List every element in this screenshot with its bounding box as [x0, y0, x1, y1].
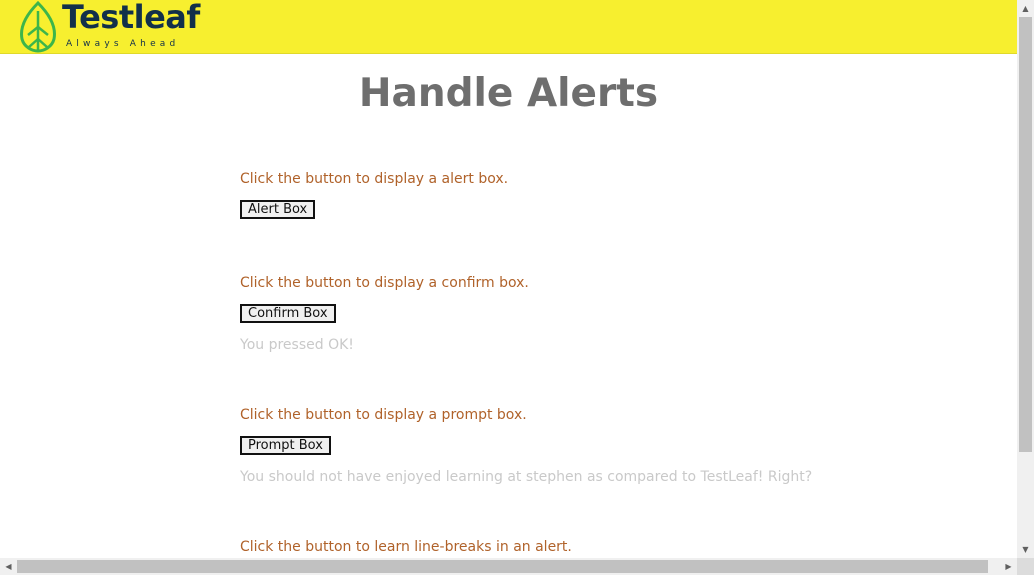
confirm-description: Click the button to display a confirm bo… — [240, 275, 529, 291]
alert-description: Click the button to display a alert box. — [240, 171, 509, 187]
scroll-left-arrow-icon[interactable]: ◀ — [0, 558, 17, 575]
alert-box-button[interactable]: Alert Box — [240, 200, 316, 219]
prompt-result-text: You should not have enjoyed learning at … — [240, 469, 813, 485]
confirm-box-button[interactable]: Confirm Box — [240, 304, 336, 323]
page-title: Handle Alerts — [358, 71, 659, 116]
browser-viewport: Testleaf Always Ahead Handle Alerts Clic… — [0, 0, 1017, 558]
scroll-up-arrow-icon[interactable]: ▲ — [1017, 0, 1034, 17]
site-header: Testleaf Always Ahead — [0, 0, 1017, 54]
logo-tagline: Always Ahead — [66, 39, 180, 49]
logo-name[interactable]: Testleaf — [62, 0, 200, 37]
horizontal-scrollbar[interactable]: ◀ ▶ — [0, 558, 1017, 575]
confirm-result-text: You pressed OK! — [240, 337, 354, 353]
leaf-icon — [20, 1, 56, 53]
vertical-scrollbar[interactable]: ▲ ▼ — [1017, 0, 1034, 558]
vertical-scroll-thumb[interactable] — [1019, 17, 1032, 452]
horizontal-scroll-thumb[interactable] — [17, 560, 988, 573]
prompt-box-button[interactable]: Prompt Box — [240, 436, 331, 455]
scroll-down-arrow-icon[interactable]: ▼ — [1017, 541, 1034, 558]
scrollbar-corner — [1017, 558, 1034, 575]
prompt-description: Click the button to display a prompt box… — [240, 407, 527, 423]
line-break-description: Click the button to learn line-breaks in… — [240, 539, 572, 555]
scroll-right-arrow-icon[interactable]: ▶ — [1000, 558, 1017, 575]
